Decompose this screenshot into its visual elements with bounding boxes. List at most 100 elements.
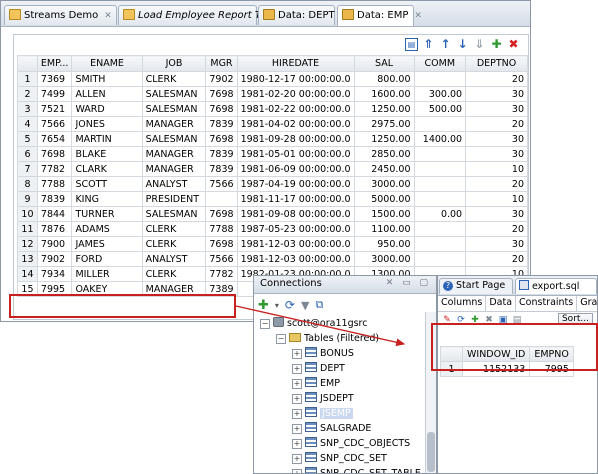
close-icon[interactable]: ✕ bbox=[414, 11, 422, 21]
tree-node[interactable]: + SNP_CDC_SET_TABLE bbox=[292, 466, 421, 473]
table-cell[interactable]: 1400.00 bbox=[413, 131, 467, 147]
move-down-icon[interactable]: ↓ bbox=[456, 38, 469, 51]
table-cell[interactable]: 1500.00 bbox=[353, 206, 415, 222]
table-row[interactable]: 4 7566 JONES MANAGER 7839 1981-04-02 00:00:00… bbox=[17, 116, 528, 132]
tree-node[interactable]: + SNP_CDC_SET bbox=[292, 451, 387, 466]
table-cell[interactable]: SCOTT bbox=[71, 176, 143, 192]
table-cell[interactable]: 1981-04-02 00:00:00.0 bbox=[236, 116, 355, 132]
tree-node[interactable]: + DEPT bbox=[292, 361, 345, 376]
table-cell[interactable]: SALESMAN bbox=[141, 131, 207, 147]
tree-node[interactable]: + JSEMP bbox=[292, 406, 353, 421]
table-cell[interactable]: 1981-12-03 00:00:00.0 bbox=[236, 236, 355, 252]
table-cell[interactable] bbox=[413, 146, 467, 162]
table-cell[interactable]: SALESMAN bbox=[141, 101, 207, 117]
table-cell[interactable]: 1981-06-09 00:00:00.0 bbox=[236, 161, 355, 177]
table-cell[interactable]: MANAGER bbox=[141, 146, 207, 162]
table-cell[interactable]: 1981-02-22 00:00:00.0 bbox=[236, 101, 355, 117]
table-cell[interactable]: 7698 bbox=[205, 131, 238, 147]
expand-icon[interactable]: + bbox=[292, 364, 302, 374]
table-cell[interactable]: 7566 bbox=[36, 116, 73, 132]
table-cell[interactable]: 7566 bbox=[205, 251, 238, 267]
table-cell[interactable]: 20 bbox=[465, 251, 528, 267]
table-cell[interactable]: 7900 bbox=[36, 236, 73, 252]
table-cell[interactable]: 10 bbox=[465, 161, 528, 177]
table-cell[interactable]: 7698 bbox=[205, 206, 238, 222]
table-cell[interactable]: 1981-09-08 00:00:00.0 bbox=[236, 206, 355, 222]
insert-row-icon[interactable]: ✚ bbox=[490, 38, 503, 51]
column-header[interactable]: ENAME bbox=[71, 55, 143, 72]
table-row[interactable]: 9 7839 KING PRESIDENT 1981-11-17 00:00:00.0 5… bbox=[17, 191, 528, 207]
collapse-icon[interactable]: − bbox=[276, 334, 286, 344]
table-cell[interactable]: JONES bbox=[71, 116, 143, 132]
table-cell[interactable]: 1250.00 bbox=[353, 131, 415, 147]
table-cell[interactable]: 5000.00 bbox=[353, 191, 415, 207]
filter-icon[interactable]: ▼ bbox=[301, 299, 309, 312]
table-cell[interactable]: 1981-05-01 00:00:00.0 bbox=[236, 146, 355, 162]
move-up-icon[interactable]: ↑ bbox=[439, 38, 452, 51]
add-connection-icon[interactable]: ✚ bbox=[258, 298, 269, 313]
table-cell[interactable]: 7369 bbox=[36, 71, 73, 87]
table-cell[interactable]: 7839 bbox=[205, 116, 238, 132]
column-header[interactable]: HIREDATE bbox=[236, 55, 355, 72]
table-cell[interactable]: 30 bbox=[465, 206, 528, 222]
table-cell[interactable]: 10 bbox=[465, 191, 528, 207]
table-cell[interactable]: 20 bbox=[465, 176, 528, 192]
table-cell[interactable]: 20 bbox=[465, 116, 528, 132]
table-cell[interactable] bbox=[413, 221, 467, 237]
table-cell[interactable]: 1980-12-17 00:00:00.0 bbox=[236, 71, 355, 87]
table-cell[interactable] bbox=[205, 191, 238, 207]
table-cell[interactable] bbox=[413, 251, 467, 267]
table-cell[interactable]: 7788 bbox=[36, 176, 73, 192]
table-cell[interactable]: PRESIDENT bbox=[141, 191, 207, 207]
table-cell[interactable]: 0.00 bbox=[413, 206, 467, 222]
refresh-icon[interactable]: ⟳ bbox=[285, 298, 295, 312]
move-bottom-icon[interactable]: ⇓ bbox=[473, 38, 486, 51]
table-cell[interactable]: 7839 bbox=[205, 161, 238, 177]
table-cell[interactable]: 7934 bbox=[36, 266, 73, 282]
column-header[interactable]: EMP... bbox=[36, 55, 73, 72]
tree-node[interactable]: + JSDEPT bbox=[292, 391, 354, 406]
table-row[interactable]: 8 7788 SCOTT ANALYST 7566 1987-04-19 00:00:00… bbox=[17, 176, 528, 192]
subtab-grants[interactable]: Grants bbox=[577, 296, 597, 311]
tab-export-sql[interactable]: export.sql bbox=[515, 278, 597, 294]
table-cell[interactable]: 20 bbox=[465, 221, 528, 237]
table-cell[interactable]: 2975.00 bbox=[353, 116, 415, 132]
table-cell[interactable] bbox=[413, 116, 467, 132]
table-cell[interactable]: 1981-11-17 00:00:00.0 bbox=[236, 191, 355, 207]
table-cell[interactable]: KING bbox=[71, 191, 143, 207]
tab-data-dept[interactable]: Data: DEPT✕ bbox=[258, 5, 348, 25]
column-header[interactable]: SAL bbox=[353, 55, 415, 72]
table-cell[interactable] bbox=[413, 176, 467, 192]
table-cell[interactable]: 800.00 bbox=[353, 71, 415, 87]
close-icon[interactable]: ✕ bbox=[104, 11, 112, 21]
tree-node[interactable]: + EMP bbox=[292, 376, 340, 391]
table-cell[interactable]: MANAGER bbox=[141, 116, 207, 132]
table-cell[interactable] bbox=[413, 191, 467, 207]
tab-start-page[interactable]: ? Start Page bbox=[439, 278, 513, 294]
table-cell[interactable]: SMITH bbox=[71, 71, 143, 87]
table-cell[interactable]: 3000.00 bbox=[353, 251, 415, 267]
table-row[interactable]: 1 7369 SMITH CLERK 7902 1980-12-17 00:00:00.0… bbox=[17, 71, 528, 87]
scrollbar-thumb[interactable] bbox=[427, 432, 435, 472]
table-cell[interactable]: 300.00 bbox=[413, 86, 467, 102]
table-cell[interactable]: JAMES bbox=[71, 236, 143, 252]
table-cell[interactable]: 7566 bbox=[205, 176, 238, 192]
table-cell[interactable]: 7788 bbox=[205, 221, 238, 237]
table-row[interactable]: 11 7876 ADAMS CLERK 7788 1987-05-23 00:00:00.… bbox=[17, 221, 528, 237]
table-cell[interactable]: 7902 bbox=[205, 71, 238, 87]
table-cell[interactable]: 7844 bbox=[36, 206, 73, 222]
table-row[interactable]: 5 7654 MARTIN SALESMAN 7698 1981-09-28 00:00:… bbox=[17, 131, 528, 147]
table-row[interactable]: 10 7844 TURNER SALESMAN 7698 1981-09-08 00:00… bbox=[17, 206, 528, 222]
table-row[interactable]: 6 7698 BLAKE MANAGER 7839 1981-05-01 00:00:00… bbox=[17, 146, 528, 162]
table-cell[interactable]: 3000.00 bbox=[353, 176, 415, 192]
table-cell[interactable]: CLERK bbox=[141, 221, 207, 237]
table-cell[interactable]: 7839 bbox=[205, 146, 238, 162]
table-row[interactable]: 13 7902 FORD ANALYST 7566 1981-12-03 00:00:00… bbox=[17, 251, 528, 267]
tab-data-emp[interactable]: Data: EMP ✕ bbox=[337, 5, 422, 26]
expand-icon[interactable]: + bbox=[292, 469, 302, 473]
table-cell[interactable]: 30 bbox=[465, 131, 528, 147]
table-cell[interactable]: 1981-02-20 00:00:00.0 bbox=[236, 86, 355, 102]
table-row[interactable]: 12 7900 JAMES CLERK 7698 1981-12-03 00:00:00.… bbox=[17, 236, 528, 252]
table-cell[interactable]: 7782 bbox=[36, 161, 73, 177]
table-cell[interactable]: 30 bbox=[465, 101, 528, 117]
